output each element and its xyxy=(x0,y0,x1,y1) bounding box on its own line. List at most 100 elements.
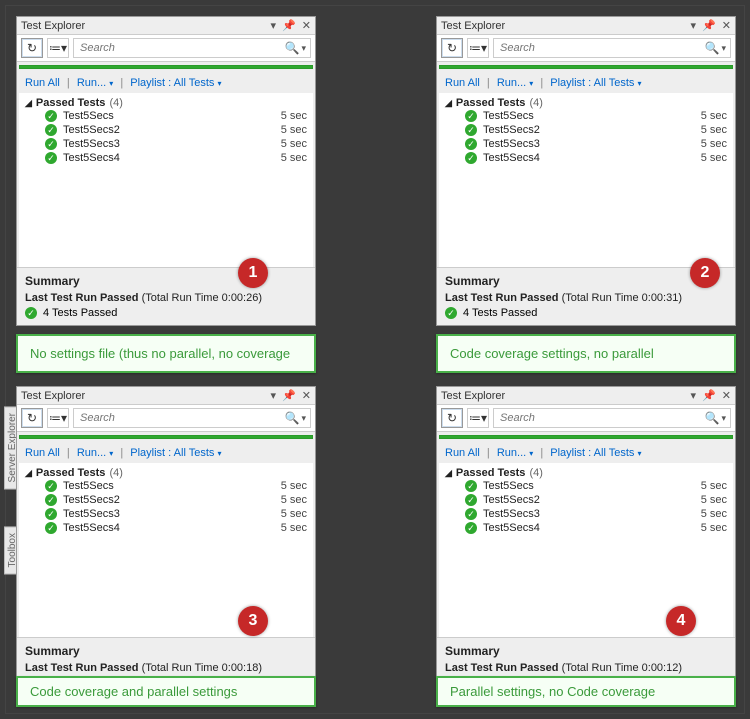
search-icon[interactable]: 🔍 xyxy=(705,41,720,55)
test-row[interactable]: ✓Test5Secs25 sec xyxy=(25,123,307,137)
run-link[interactable]: Run... ▾ xyxy=(77,447,113,459)
close-icon[interactable]: ✕ xyxy=(302,19,311,32)
search-dropdown-icon[interactable]: ▾ xyxy=(299,43,306,54)
search-input[interactable] xyxy=(78,41,285,55)
group-count: (4) xyxy=(529,97,542,109)
status-bar xyxy=(439,65,733,69)
search-box[interactable]: 🔍▾ xyxy=(493,38,731,58)
dropdown-icon[interactable]: ▾ xyxy=(691,389,697,402)
close-icon[interactable]: ✕ xyxy=(722,389,731,402)
close-icon[interactable]: ✕ xyxy=(302,389,311,402)
test-row[interactable]: ✓Test5Secs5 sec xyxy=(445,109,727,123)
title-bar: Test Explorer ▾ 📌 ✕ xyxy=(17,17,315,34)
run-all-link[interactable]: Run All xyxy=(25,77,60,89)
search-dropdown-icon[interactable]: ▾ xyxy=(719,413,726,424)
playlist-link[interactable]: Playlist : All Tests ▾ xyxy=(550,77,641,89)
test-row[interactable]: ✓Test5Secs35 sec xyxy=(25,507,307,521)
playlist-link[interactable]: Playlist : All Tests ▾ xyxy=(130,447,221,459)
search-icon[interactable]: 🔍 xyxy=(285,41,300,55)
run-link[interactable]: Run... ▾ xyxy=(77,77,113,89)
test-row[interactable]: ✓ Test5Secs4 5 sec xyxy=(25,521,307,535)
test-row[interactable]: ✓Test5Secs35 sec xyxy=(25,137,307,151)
test-name: Test5Secs4 xyxy=(63,152,120,164)
refresh-button[interactable]: ↻ xyxy=(21,38,43,58)
test-row[interactable]: ✓Test5Secs35 sec xyxy=(445,137,727,151)
run-all-link[interactable]: Run All xyxy=(25,447,60,459)
test-duration: 5 sec xyxy=(281,480,307,492)
test-row[interactable]: ✓Test5Secs5 sec xyxy=(25,479,307,493)
search-input[interactable] xyxy=(498,411,705,425)
test-name: Test5Secs4 xyxy=(63,522,120,534)
collapse-icon[interactable]: ◢ xyxy=(25,468,32,479)
pass-icon: ✓ xyxy=(465,138,477,150)
test-row[interactable]: ✓Test5Secs25 sec xyxy=(445,123,727,137)
collapse-icon[interactable]: ◢ xyxy=(25,98,32,109)
test-row[interactable]: ✓Test5Secs45 sec xyxy=(25,151,307,165)
test-row[interactable]: ✓Test5Secs35 sec xyxy=(445,507,727,521)
test-row[interactable]: ✓Test5Secs25 sec xyxy=(445,493,727,507)
status-bar xyxy=(19,435,313,439)
test-row[interactable]: ✓Test5Secs45 sec xyxy=(445,521,727,535)
pass-icon: ✓ xyxy=(45,480,57,492)
test-name: Test5Secs2 xyxy=(63,494,120,506)
group-header[interactable]: ◢ Passed Tests (4) xyxy=(25,467,307,479)
pin-icon[interactable]: 📌 xyxy=(282,19,296,32)
pass-icon: ✓ xyxy=(45,522,57,534)
dropdown-icon[interactable]: ▾ xyxy=(691,19,697,32)
group-header[interactable]: ◢ Passed Tests (4) xyxy=(445,97,727,109)
test-row[interactable]: ✓Test5Secs5 sec xyxy=(445,479,727,493)
pass-icon: ✓ xyxy=(45,508,57,520)
search-input[interactable] xyxy=(498,41,705,55)
last-run-label: Last Test Run Passed xyxy=(25,662,139,674)
group-button[interactable]: ≔▾ xyxy=(467,38,489,58)
search-icon[interactable]: 🔍 xyxy=(285,411,300,425)
group-button[interactable]: ≔▾ xyxy=(47,38,69,58)
run-time: (Total Run Time 0:00:18) xyxy=(142,662,262,674)
playlist-link[interactable]: Playlist : All Tests ▾ xyxy=(130,77,221,89)
search-dropdown-icon[interactable]: ▾ xyxy=(299,413,306,424)
refresh-button[interactable]: ↻ xyxy=(441,38,463,58)
pass-icon: ✓ xyxy=(45,138,57,150)
title-bar: Test Explorer ▾ 📌 ✕ xyxy=(17,387,315,404)
dropdown-icon[interactable]: ▾ xyxy=(271,389,277,402)
search-box[interactable]: 🔍▾ xyxy=(73,38,311,58)
refresh-button[interactable]: ↻ xyxy=(21,408,43,428)
pin-icon[interactable]: 📌 xyxy=(702,19,716,32)
test-row[interactable]: ✓Test5Secs25 sec xyxy=(25,493,307,507)
test-duration: 5 sec xyxy=(701,522,727,534)
search-icon[interactable]: 🔍 xyxy=(705,411,720,425)
refresh-button[interactable]: ↻ xyxy=(441,408,463,428)
test-row[interactable]: ✓Test5Secs5 sec xyxy=(25,109,307,123)
group-label: Passed Tests xyxy=(456,467,526,479)
toolbar: ↻ ≔▾ 🔍▾ xyxy=(437,34,735,62)
run-link[interactable]: Run... ▾ xyxy=(497,447,533,459)
run-all-link[interactable]: Run All xyxy=(445,447,480,459)
group-label: Passed Tests xyxy=(456,97,526,109)
run-all-link[interactable]: Run All xyxy=(445,77,480,89)
pass-icon: ✓ xyxy=(45,110,57,122)
test-duration: 5 sec xyxy=(701,480,727,492)
pin-icon[interactable]: 📌 xyxy=(702,389,716,402)
group-count: (4) xyxy=(109,467,122,479)
collapse-icon[interactable]: ◢ xyxy=(445,98,452,109)
test-duration: 5 sec xyxy=(281,522,307,534)
dropdown-icon[interactable]: ▾ xyxy=(271,19,277,32)
group-header[interactable]: ◢ Passed Tests (4) xyxy=(445,467,727,479)
search-input[interactable] xyxy=(78,411,285,425)
run-link[interactable]: Run... ▾ xyxy=(497,77,533,89)
pin-icon[interactable]: 📌 xyxy=(282,389,296,402)
test-duration: 5 sec xyxy=(701,124,727,136)
group-button[interactable]: ≔▾ xyxy=(47,408,69,428)
close-icon[interactable]: ✕ xyxy=(722,19,731,32)
collapse-icon[interactable]: ◢ xyxy=(445,468,452,479)
test-duration: 5 sec xyxy=(701,138,727,150)
search-dropdown-icon[interactable]: ▾ xyxy=(719,43,726,54)
title-bar: Test Explorer ▾ 📌 ✕ xyxy=(437,17,735,34)
group-header[interactable]: ◢ Passed Tests (4) xyxy=(25,97,307,109)
group-button[interactable]: ≔▾ xyxy=(467,408,489,428)
playlist-link[interactable]: Playlist : All Tests ▾ xyxy=(550,447,641,459)
search-box[interactable]: 🔍▾ xyxy=(73,408,311,428)
search-box[interactable]: 🔍▾ xyxy=(493,408,731,428)
pass-icon: ✓ xyxy=(465,110,477,122)
test-row[interactable]: ✓Test5Secs45 sec xyxy=(445,151,727,165)
